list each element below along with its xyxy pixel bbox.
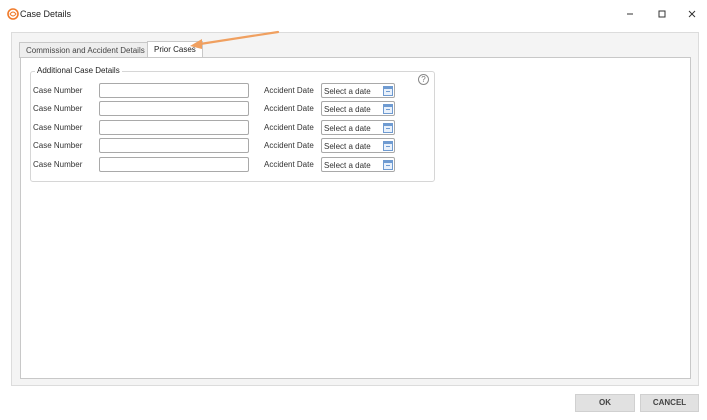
case-row: Case Number Accident Date Select a date [31,120,436,135]
case-number-label: Case Number [33,104,83,113]
accident-date-label: Accident Date [264,123,314,132]
accident-date-label: Accident Date [264,160,314,169]
group-legend: Additional Case Details [35,66,122,75]
calendar-icon[interactable] [383,123,393,133]
case-number-label: Case Number [33,86,83,95]
accident-date-picker[interactable]: Select a date [321,101,395,116]
accident-date-picker[interactable]: Select a date [321,83,395,98]
case-number-input[interactable] [99,83,249,98]
window-title: Case Details [20,9,72,19]
case-row: Case Number Accident Date Select a date [31,157,436,172]
case-number-input[interactable] [99,138,249,153]
calendar-icon[interactable] [383,160,393,170]
date-placeholder: Select a date [324,105,371,114]
case-row: Case Number Accident Date Select a date [31,138,436,153]
case-number-label: Case Number [33,160,83,169]
close-icon[interactable] [684,6,700,22]
tab-content-prior-cases: Additional Case Details ? Case Number Ac… [20,57,691,379]
maximize-icon[interactable] [654,6,670,22]
accident-date-label: Accident Date [264,141,314,150]
case-number-input[interactable] [99,157,249,172]
dialog-panel: Commission and Accident Details Prior Ca… [11,32,699,386]
minimize-icon[interactable] [622,6,638,22]
accident-date-label: Accident Date [264,104,314,113]
case-number-label: Case Number [33,141,83,150]
ok-button[interactable]: OK [575,394,635,412]
date-placeholder: Select a date [324,161,371,170]
case-number-input[interactable] [99,120,249,135]
calendar-icon[interactable] [383,86,393,96]
title-bar: Case Details [0,0,707,28]
case-row: Case Number Accident Date Select a date [31,101,436,116]
case-number-input[interactable] [99,101,249,116]
tab-commission-and-accident-details[interactable]: Commission and Accident Details [19,42,152,58]
date-placeholder: Select a date [324,87,371,96]
annotation-arrow-icon [190,30,280,49]
case-row: Case Number Accident Date Select a date [31,83,436,98]
accident-date-picker[interactable]: Select a date [321,120,395,135]
additional-case-details-group: Additional Case Details ? Case Number Ac… [30,66,436,182]
date-placeholder: Select a date [324,142,371,151]
accident-date-picker[interactable]: Select a date [321,138,395,153]
case-number-label: Case Number [33,123,83,132]
calendar-icon[interactable] [383,141,393,151]
cancel-button[interactable]: CANCEL [640,394,699,412]
date-placeholder: Select a date [324,124,371,133]
accident-date-label: Accident Date [264,86,314,95]
calendar-icon[interactable] [383,104,393,114]
app-logo-icon [7,8,19,20]
accident-date-picker[interactable]: Select a date [321,157,395,172]
